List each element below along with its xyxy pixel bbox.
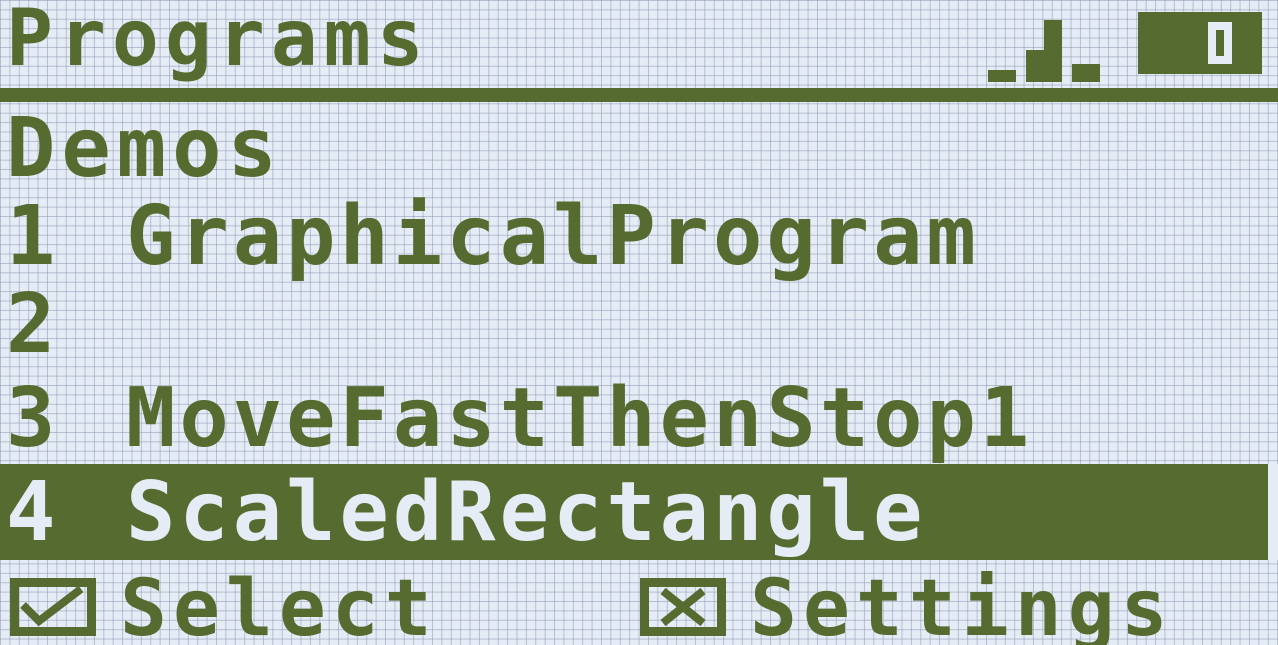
- cross-icon: [640, 578, 726, 636]
- program-number: 1: [6, 189, 56, 284]
- settings-softkey[interactable]: Settings: [640, 566, 1270, 645]
- program-name: GraphicalProgram: [126, 189, 980, 284]
- program-list-item-selected[interactable]: 4 ScaledRectangle: [0, 464, 1278, 560]
- checkmark-icon: [10, 578, 96, 636]
- page-title: Programs: [6, 0, 430, 84]
- select-softkey[interactable]: Select: [10, 566, 530, 645]
- program-list-item[interactable]: 3 MoveFastThenStop1: [0, 378, 1278, 464]
- group-label: Demos: [6, 101, 283, 196]
- selection-edge: [1268, 464, 1278, 560]
- program-number: 3: [6, 371, 56, 466]
- signal-strength-icon: [988, 20, 1100, 82]
- select-label: Select: [120, 564, 438, 645]
- program-name: ScaledRectangle: [126, 465, 927, 560]
- settings-label: Settings: [750, 564, 1174, 645]
- program-list-item[interactable]: 2: [0, 284, 1278, 370]
- program-number: 2: [6, 277, 56, 372]
- program-list-item[interactable]: 1 GraphicalProgram: [0, 196, 1278, 282]
- program-number: 4: [6, 465, 56, 560]
- battery-icon: [1138, 12, 1262, 74]
- program-name: MoveFastThenStop1: [126, 371, 1034, 466]
- header-divider: [0, 88, 1278, 102]
